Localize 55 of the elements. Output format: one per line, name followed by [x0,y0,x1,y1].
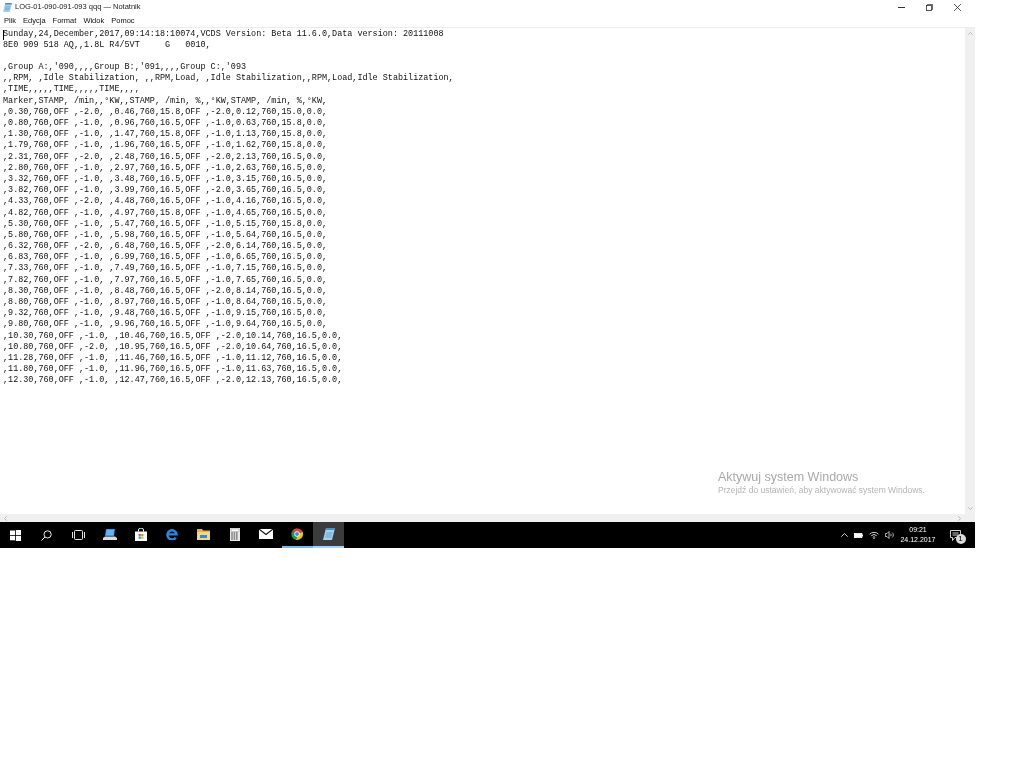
text-line: ,12.30,760,OFF ,-1.0, ,12.47,760,16.5,OFF ,-2.0,12.13,760,16.5,0.0, [3,375,343,387]
notification-count-badge: 1 [955,533,966,544]
segmented-circle-logo-icon [291,528,304,540]
restore-icon [925,3,933,11]
activation-notice-title: Aktywuj system Windows [718,470,860,485]
text-line: ,10.30,760,OFF ,-1.0, ,10.46,760,16.5,OFF ,-2.0,10.14,760,16.5,0.0, [3,330,343,342]
text-line: ,4.33,760,OFF ,-2.0, ,4.48,760,16.5,OFF ,-1.0,4.16,760,16.5,0.0, [3,196,328,208]
text-line: ,11.80,760,OFF ,-1.0, ,11.96,760,16.5,OFF ,-1.0,11.63,760,16.5,0.0, [3,364,343,376]
text-line: ,6.32,760,OFF ,-2.0, ,6.48,760,16.5,OFF ,-2.0,6.14,760,16.5,0.0, [3,241,328,253]
text-line: ,2.80,760,OFF ,-1.0, ,2.97,760,16.5,OFF ,-1.0,2.63,760,16.5,0.0, [3,162,328,174]
close-icon [953,3,961,11]
text-line: ,11.28,760,OFF ,-1.0, ,11.46,760,16.5,OFF ,-1.0,11.12,760,16.5,0.0, [3,352,343,365]
text-line: ,4.82,760,OFF ,-1.0, ,4.97,760,15.8,OFF ,-1.0,4.65,760,16.5,0.0, [3,207,328,219]
text-line: Sunday,24,December,2017,09:14:18:10074,VCDS Version: Beta 11.6.0,Data version: 20111008 [3,28,444,40]
text-line: ,6.83,760,OFF ,-1.0, ,6.99,760,16.5,OFF ,-1.0,6.65,760,16.5,0.0, [3,252,328,264]
text-line: ,5.30,760,OFF ,-1.0, ,5.47,760,16.5,OFF ,-1.0,5.15,760,15.8,0.0, [3,218,328,230]
text-line: ,1.30,760,OFF ,-1.0, ,1.47,760,15.8,OFF ,-1.0,1.13,760,15.8,0.0, [3,129,328,141]
windows-logo-icon [10,529,22,541]
taskbar-app-button[interactable] [312,522,345,548]
text-line: ,3.82,760,OFF ,-1.0, ,3.99,760,16.5,OFF ,-2.0,3.65,760,16.5,0.0, [3,185,328,197]
text-line: ,8.80,760,OFF ,-1.0, ,8.97,760,16.5,OFF ,-1.0,8.64,760,16.5,0.0, [3,297,328,309]
text-line: ,0.30,760,OFF ,-2.0, ,0.46,760,15.8,OFF ,-2.0,0.12,760,15.0,0.0, [3,106,328,118]
notepad-icon [322,528,335,540]
notification-icon[interactable] [949,529,961,541]
task-view-icon [71,530,85,540]
text-line: ,2.31,760,OFF ,-2.0, ,2.48,760,16.5,OFF ,-2.0,2.13,760,16.5,0.0, [3,151,328,163]
computer-icon [102,528,117,540]
battery-icon[interactable] [854,532,863,538]
text-line: ,TIME,,,,,TIME,,,,,TIME,,,, [3,84,140,96]
text-line: ,5.80,760,OFF ,-1.0, ,5.98,760,16.5,OFF ,-1.0,5.64,760,16.5,0.0, [3,229,328,242]
text-line: ,7.82,760,OFF ,-1.0, ,7.97,760,16.5,OFF ,-1.0,7.65,760,16.5,0.0, [3,274,328,286]
text-line: Marker,STAMP, /min,,°KW,,STAMP, /min, %,,°KW,STAMP, /min, %,°KW, [3,95,328,107]
text-line: ,,RPM, ,Idle Stabilization, ,,RPM,Load, ,Idle Stabilization,,RPM,Load,Idle Stabilization, [3,73,454,85]
folder-icon [196,528,210,540]
text-line: ,Group A:,'090,,,,Group B:,'091,,,,Group C:,'093 [3,62,247,73]
search-icon [41,529,53,541]
text-line: 8E0 909 518 AQ,,1.8L R4/5VT G 0010, [3,39,211,51]
envelope-icon [259,529,273,539]
notepad-icon [3,2,12,12]
text-line: ,10.80,760,OFF ,-2.0, ,10.95,760,16.5,OFF ,-2.0,10.64,760,16.5,0.0, [3,341,343,353]
text-line: ,0.80,760,OFF ,-1.0, ,0.96,760,16.5,OFF ,-1.0,0.63,760,15.8,0.0, [3,118,328,130]
text-line: ,7.33,760,OFF ,-1.0, ,7.49,760,16.5,OFF ,-1.0,7.15,760,16.5,0.0, [3,263,328,275]
text-line: ,9.80,760,OFF ,-1.0, ,9.96,760,16.5,OFF ,-1.0,9.64,760,16.5,0.0, [3,319,328,331]
text-line: ,3.32,760,OFF ,-1.0, ,3.48,760,16.5,OFF ,-1.0,3.15,760,16.5,0.0, [3,173,328,186]
text-line: ,9.32,760,OFF ,-1.0, ,9.48,760,16.5,OFF ,-1.0,9.15,760,16.5,0.0, [3,308,328,320]
e-logo-icon [166,528,179,540]
text-line: ,8.30,760,OFF ,-1.0, ,8.48,760,16.5,OFF ,-2.0,8.14,760,16.5,0.0, [3,285,328,297]
speaker-icon[interactable] [884,531,894,539]
shopping-bag-icon [134,527,147,541]
activation-notice-text: Przejdź do ustawień, aby aktywować system Windows. [718,485,925,496]
wifi-icon[interactable] [869,531,879,539]
text-caret [2,29,4,40]
calculator-icon [229,527,240,541]
minimize-icon [897,6,905,8]
text-line: ,1.79,760,OFF ,-1.0, ,1.96,760,16.5,OFF ,-1.0,1.62,760,15.8,0.0, [3,140,328,152]
